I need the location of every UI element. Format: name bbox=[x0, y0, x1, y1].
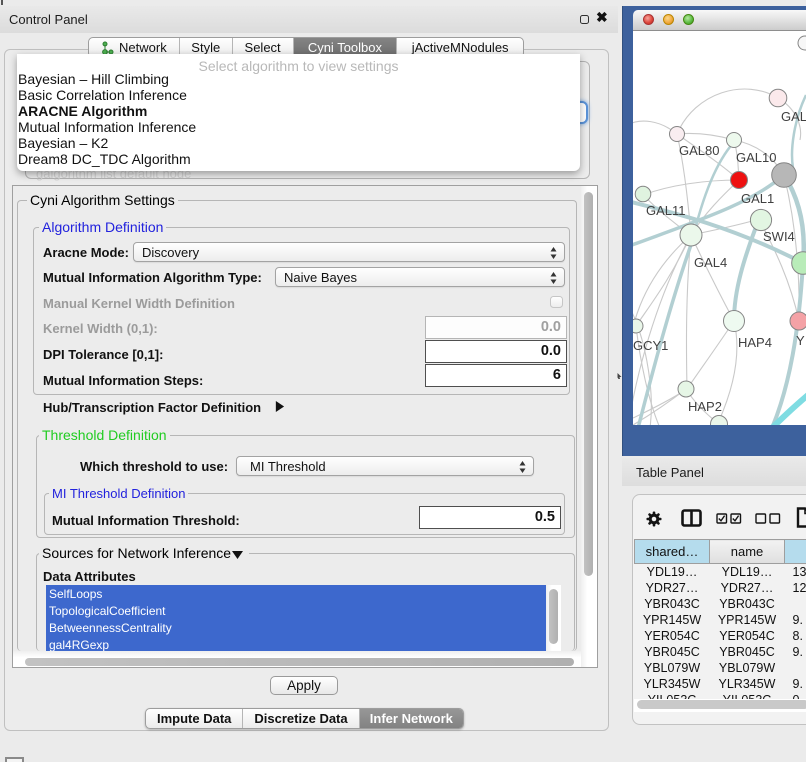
svg-text:HAP2: HAP2 bbox=[688, 399, 722, 414]
svg-text:GAL10: GAL10 bbox=[736, 150, 776, 165]
svg-text:GAL4: GAL4 bbox=[694, 255, 727, 270]
svg-text:Y: Y bbox=[796, 333, 805, 348]
svg-text:GCY1: GCY1 bbox=[633, 338, 668, 353]
svg-text:SWI4: SWI4 bbox=[763, 229, 795, 244]
svg-text:GAL1: GAL1 bbox=[741, 191, 774, 206]
svg-text:GAL11: GAL11 bbox=[646, 203, 686, 218]
svg-text:HAP4: HAP4 bbox=[738, 335, 772, 350]
svg-text:GAL2: GAL2 bbox=[781, 109, 806, 124]
svg-text:GAL80: GAL80 bbox=[679, 143, 719, 158]
